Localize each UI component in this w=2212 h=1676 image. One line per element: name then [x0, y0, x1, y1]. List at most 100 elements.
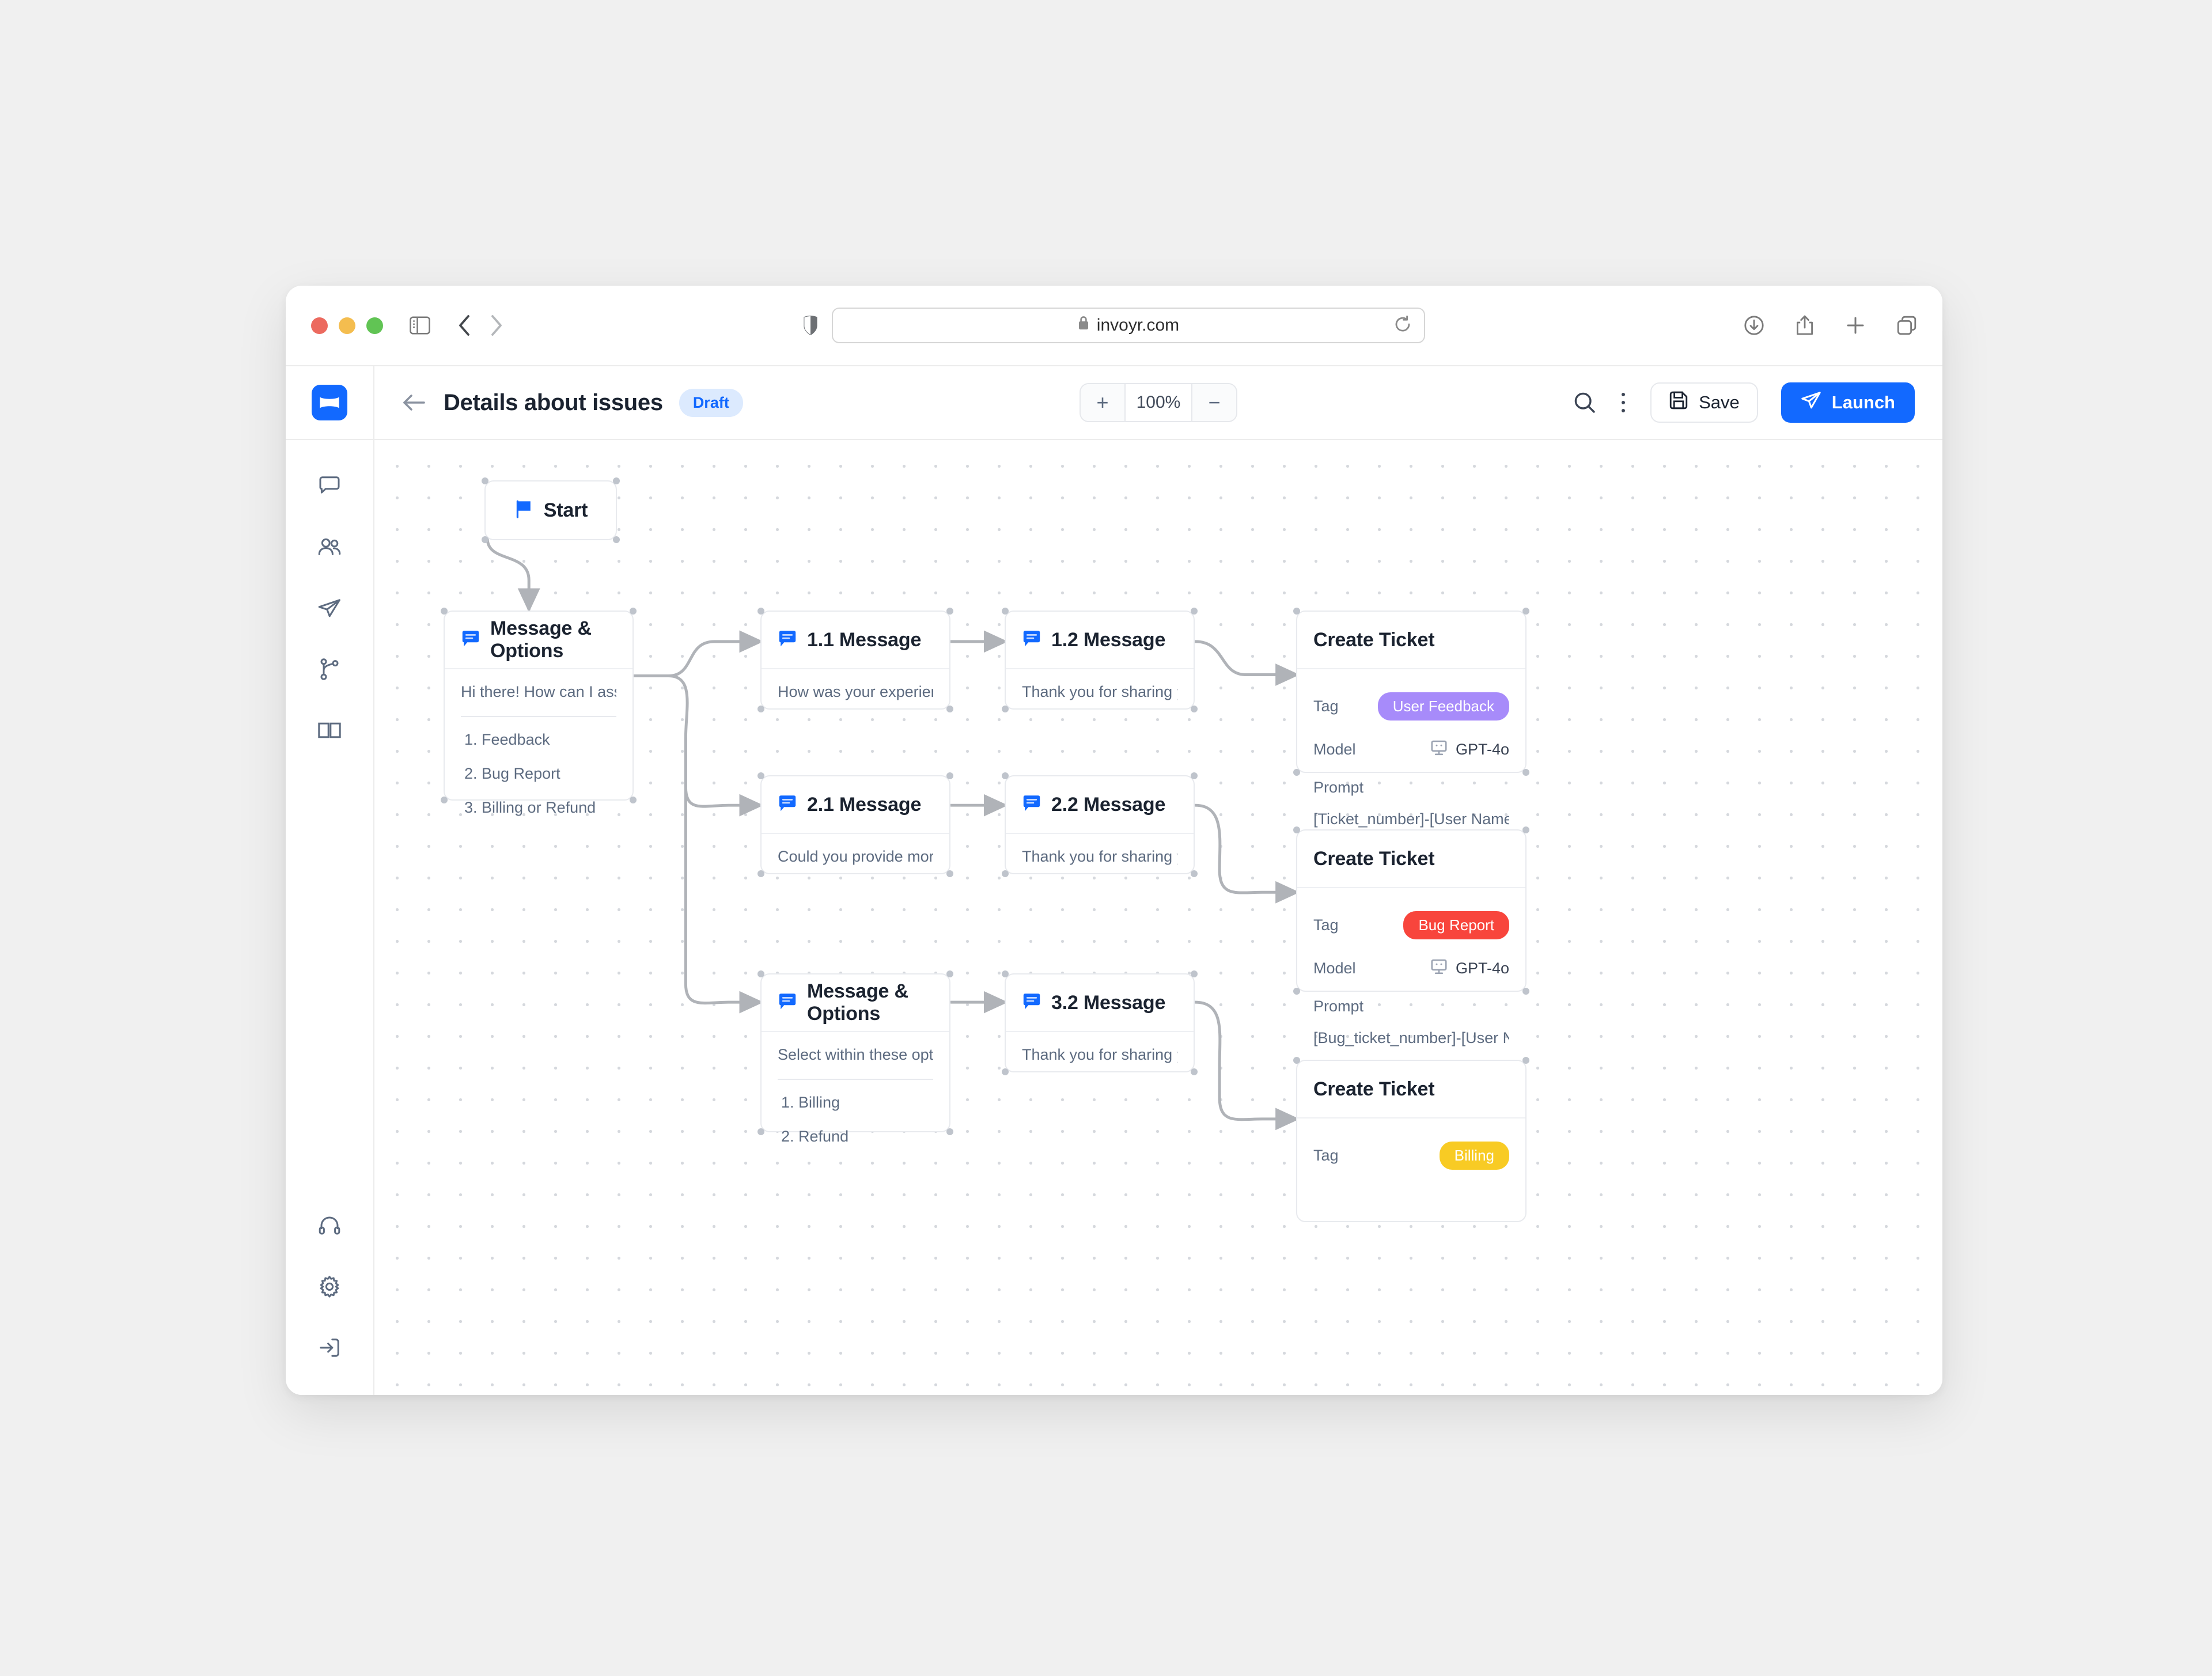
- node-handle[interactable]: [1002, 706, 1009, 712]
- node-option[interactable]: 1. Billing: [778, 1086, 933, 1120]
- invoyr-logo-icon[interactable]: [312, 385, 347, 420]
- node-handle[interactable]: [1293, 769, 1300, 776]
- maximize-window-button[interactable]: [366, 317, 383, 334]
- node-handle[interactable]: [757, 608, 764, 615]
- node-handle[interactable]: [1191, 1068, 1198, 1075]
- node-handle[interactable]: [757, 870, 764, 877]
- node-handle[interactable]: [946, 772, 953, 779]
- node-handle[interactable]: [482, 536, 488, 543]
- ticket-tag-badge[interactable]: Billing: [1439, 1142, 1509, 1170]
- reload-icon[interactable]: [1394, 315, 1411, 336]
- ticket-model-value-wrap: GPT-4o: [1430, 958, 1509, 979]
- node-handle[interactable]: [630, 608, 637, 615]
- download-icon[interactable]: [1744, 315, 1764, 336]
- node-handle[interactable]: [1293, 826, 1300, 833]
- sidebar-item-settings[interactable]: [311, 1268, 348, 1305]
- share-icon[interactable]: [1795, 314, 1815, 336]
- node-option[interactable]: 1. Feedback: [461, 723, 616, 757]
- node-2-1-message[interactable]: 2.1 Message Could you provide more detai…: [757, 772, 953, 877]
- node-1-2-message[interactable]: 1.2 Message Thank you for sharing your f…: [1002, 608, 1198, 712]
- sidebar-item-contacts[interactable]: [311, 529, 348, 566]
- node-start-title: Start: [543, 499, 588, 521]
- chevron-right-icon[interactable]: [489, 314, 503, 337]
- node-handle[interactable]: [1002, 870, 1009, 877]
- back-arrow-icon[interactable]: [402, 393, 426, 412]
- node-handle[interactable]: [482, 477, 488, 484]
- node-create-ticket-2[interactable]: Create Ticket Tag Bug Report Model GPT-4…: [1293, 826, 1529, 1046]
- shield-icon[interactable]: [803, 315, 818, 336]
- node-create-ticket-1[interactable]: Create Ticket Tag User Feedback Model GP…: [1293, 608, 1529, 828]
- sidebar-item-chats[interactable]: [311, 468, 348, 505]
- node-handle[interactable]: [757, 1128, 764, 1135]
- node-handle[interactable]: [946, 870, 953, 877]
- node-handle[interactable]: [946, 608, 953, 615]
- node-handle[interactable]: [1191, 608, 1198, 615]
- sidebar-toggle-icon[interactable]: [410, 316, 430, 335]
- node-handle[interactable]: [1002, 608, 1009, 615]
- sidebar-item-flows[interactable]: [311, 651, 348, 688]
- node-handle[interactable]: [757, 772, 764, 779]
- node-create-ticket-3[interactable]: Create Ticket Tag Billing: [1293, 1057, 1529, 1222]
- node-handle[interactable]: [1293, 1057, 1300, 1064]
- node-handle[interactable]: [1522, 608, 1529, 615]
- node-option[interactable]: 2. Refund: [778, 1120, 933, 1154]
- tabs-overview-icon[interactable]: [1896, 315, 1917, 336]
- zoom-in-button[interactable]: +: [1081, 384, 1124, 421]
- browser-chrome: invoyr.com: [286, 286, 1942, 366]
- sidebar-item-logout[interactable]: [311, 1329, 348, 1366]
- ticket-tag-badge[interactable]: Bug Report: [1403, 911, 1509, 939]
- node-handle[interactable]: [1522, 988, 1529, 995]
- node-handle[interactable]: [441, 797, 448, 803]
- minimize-window-button[interactable]: [339, 317, 355, 334]
- launch-button[interactable]: Launch: [1781, 382, 1915, 423]
- node-handle[interactable]: [1522, 826, 1529, 833]
- node-handle[interactable]: [757, 970, 764, 977]
- zoom-out-button[interactable]: −: [1192, 384, 1236, 421]
- close-window-button[interactable]: [311, 317, 328, 334]
- flow-canvas[interactable]: Start Message & Options Hi there! How ca…: [374, 440, 1942, 1395]
- node-handle[interactable]: [946, 1128, 953, 1135]
- node-handle[interactable]: [1002, 1068, 1009, 1075]
- node-handle[interactable]: [1293, 608, 1300, 615]
- url-input[interactable]: invoyr.com: [832, 308, 1425, 343]
- message-icon: [778, 629, 797, 651]
- node-handle[interactable]: [1293, 988, 1300, 995]
- chevron-left-icon[interactable]: [458, 314, 472, 337]
- more-vertical-icon[interactable]: [1619, 391, 1627, 414]
- search-icon[interactable]: [1573, 391, 1596, 414]
- ticket-tag-row: Tag User Feedback: [1313, 683, 1509, 730]
- node-handle[interactable]: [1191, 870, 1198, 877]
- node-handle[interactable]: [630, 797, 637, 803]
- node-start[interactable]: Start: [482, 477, 620, 543]
- sidebar-item-broadcast[interactable]: [311, 590, 348, 627]
- node-handle[interactable]: [1191, 772, 1198, 779]
- node-handle[interactable]: [946, 706, 953, 712]
- node-handle[interactable]: [1191, 706, 1198, 712]
- node-handle[interactable]: [1002, 772, 1009, 779]
- ticket-tag-badge[interactable]: User Feedback: [1377, 692, 1509, 721]
- zoom-level-value[interactable]: 100%: [1124, 384, 1192, 421]
- node-handle[interactable]: [441, 608, 448, 615]
- node-body: Thank you for sharing your feedba...: [1006, 669, 1194, 716]
- node-handle[interactable]: [1191, 970, 1198, 977]
- node-3-2-message[interactable]: 3.2 Message Thank you for sharing your f…: [1002, 970, 1198, 1075]
- node-message-options-1[interactable]: Message & Options Hi there! How can I as…: [441, 608, 637, 816]
- save-button[interactable]: Save: [1650, 382, 1758, 423]
- node-handle[interactable]: [613, 477, 620, 484]
- node-option[interactable]: 3. Billing or Refund: [461, 791, 616, 825]
- node-message-options-2[interactable]: Message & Options Select within these op…: [757, 970, 953, 1145]
- node-handle[interactable]: [757, 706, 764, 712]
- node-2-2-message[interactable]: 2.2 Message Thank you for sharing your B…: [1002, 772, 1198, 877]
- sidebar-item-knowledge[interactable]: [311, 712, 348, 749]
- node-handle[interactable]: [946, 970, 953, 977]
- node-handle[interactable]: [1002, 970, 1009, 977]
- node-1-1-message[interactable]: 1.1 Message How was your experience with…: [757, 608, 953, 712]
- sidebar-item-support[interactable]: [311, 1207, 348, 1244]
- node-handle[interactable]: [613, 536, 620, 543]
- node-handle[interactable]: [1522, 769, 1529, 776]
- app-body: Details about issues Draft + 100% − Save…: [286, 366, 1942, 1395]
- node-option[interactable]: 2. Bug Report: [461, 757, 616, 791]
- ticket-prompt-value: [Bug_ticket_number]-[User Name...: [1313, 1029, 1509, 1046]
- new-tab-plus-icon[interactable]: [1845, 315, 1866, 336]
- node-handle[interactable]: [1522, 1057, 1529, 1064]
